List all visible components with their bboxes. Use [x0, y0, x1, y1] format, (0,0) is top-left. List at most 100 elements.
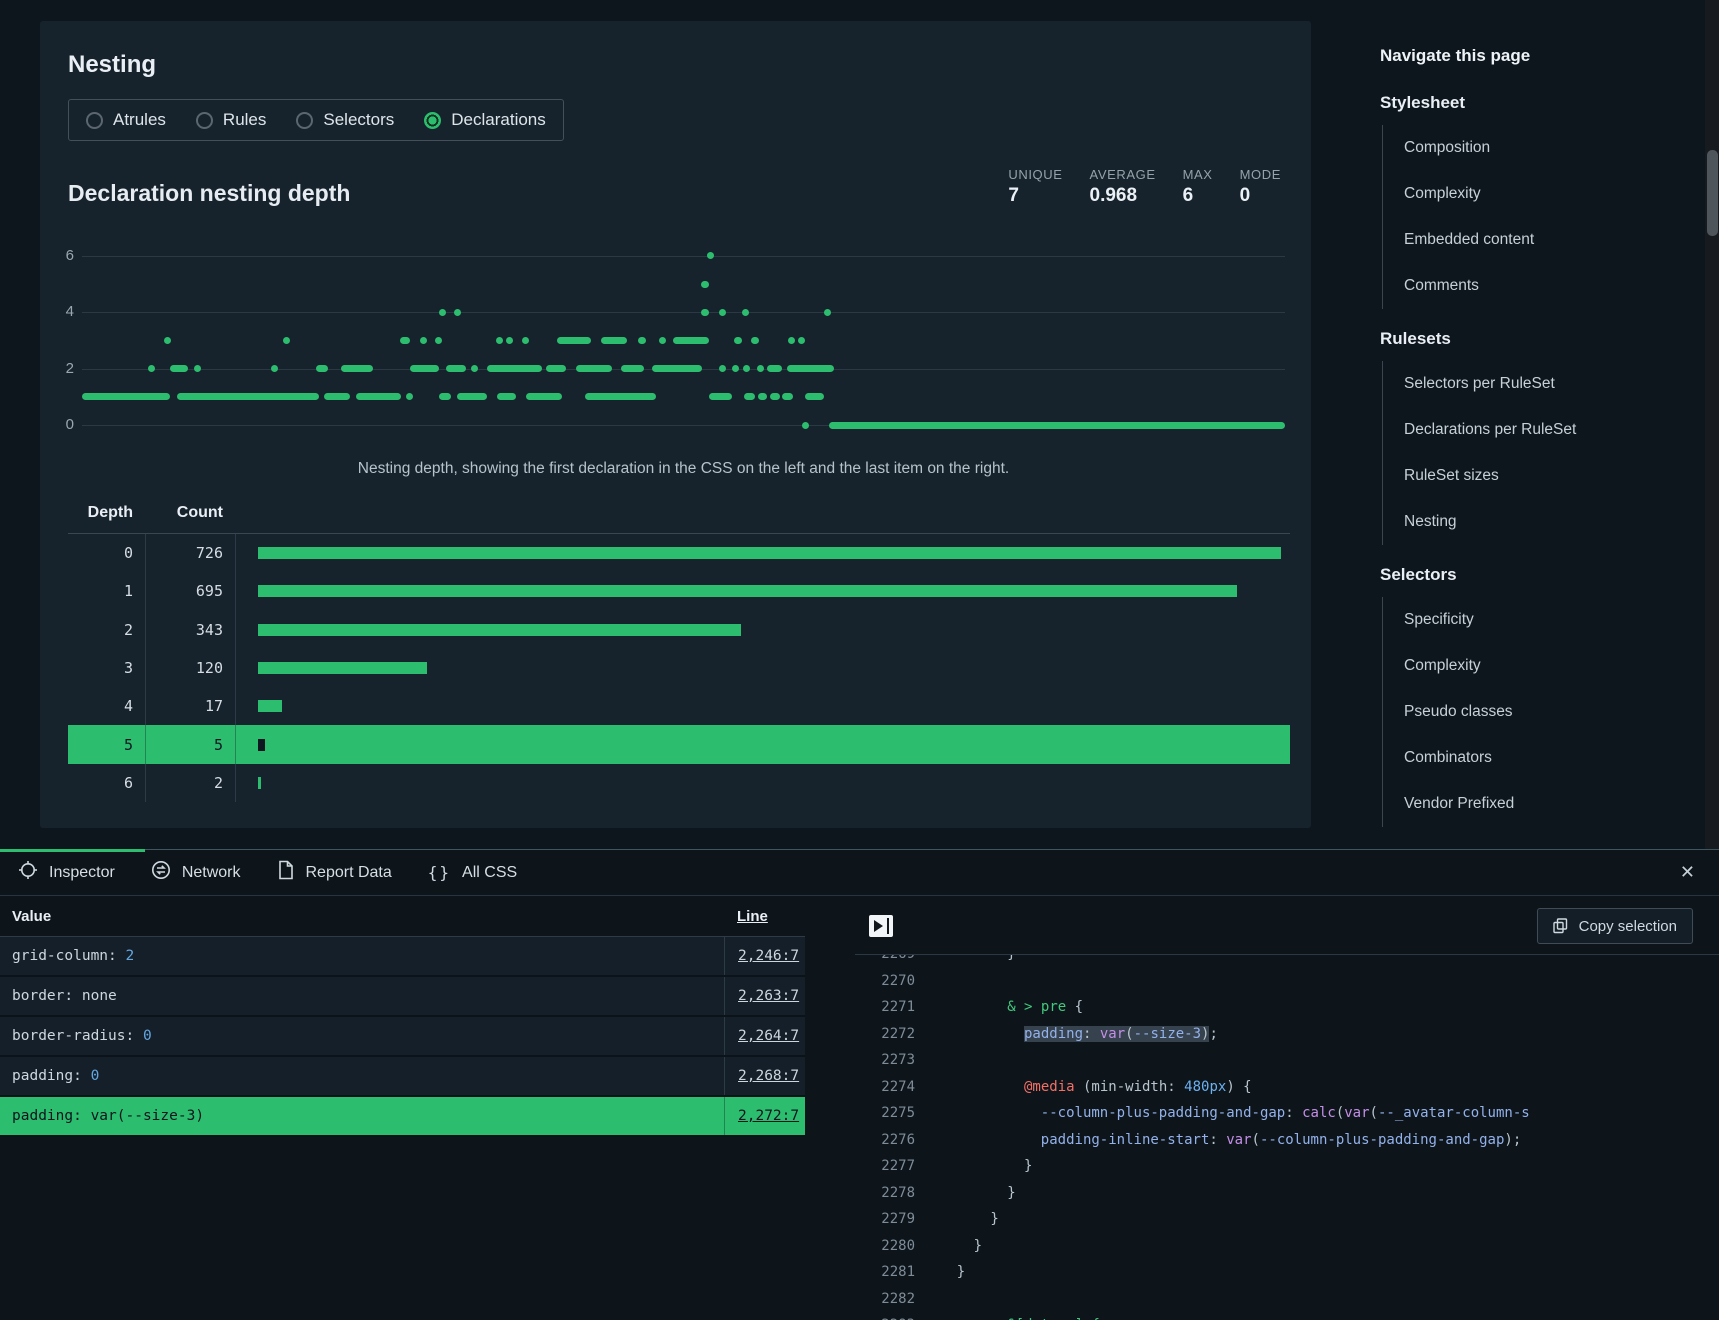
tab-network[interactable]: Network: [133, 850, 259, 895]
count-bar: [258, 700, 282, 712]
count-cell: 726: [145, 534, 235, 572]
code-viewer-pane: Copy selection 2269}22702271& > pre {227…: [855, 896, 1719, 1320]
page-scrollbar-thumb[interactable]: [1707, 150, 1718, 236]
sidebar-item-complexity[interactable]: Complexity: [1404, 643, 1590, 689]
nav-title: Navigate this page: [1380, 46, 1590, 66]
line-number: 2278: [855, 1185, 915, 1201]
active-tab-indicator: [0, 849, 145, 852]
scatter-segment-depth-2: [410, 365, 439, 372]
scatter-segment-depth-2: [732, 365, 739, 372]
scatter-segment-depth-1: [439, 393, 451, 400]
line-number: 2275: [855, 1105, 915, 1121]
scatter-segment-depth-3: [164, 337, 171, 344]
depth-cell: 4: [68, 697, 145, 715]
scatter-segment-depth-1: [770, 393, 780, 400]
code-source: }: [915, 955, 1016, 962]
declaration-value: grid-column: 2: [0, 937, 724, 975]
table-row-depth-3[interactable]: 3120: [68, 649, 1290, 687]
sidebar-item-complexity[interactable]: Complexity: [1404, 171, 1590, 217]
count-cell: 343: [145, 611, 235, 649]
side-panel-toggle-icon[interactable]: [869, 915, 893, 937]
radio-option-rules[interactable]: Rules: [196, 110, 266, 130]
table-row-depth-5[interactable]: 55: [68, 725, 1290, 763]
scatter-segment-depth-1: [744, 393, 755, 400]
line-number: 2271: [855, 999, 915, 1015]
bar-cell: [235, 725, 1290, 763]
radio-option-declarations[interactable]: Declarations: [424, 110, 546, 130]
gridline-y6: [82, 256, 1285, 257]
code-line: 2273: [855, 1047, 1719, 1074]
scatter-segment-depth-3: [420, 337, 427, 344]
code-line: 2277}: [855, 1153, 1719, 1180]
sidebar-item-embedded-content[interactable]: Embedded content: [1404, 217, 1590, 263]
sidebar-item-ruleset-sizes[interactable]: RuleSet sizes: [1404, 453, 1590, 499]
nav-group-rulesets: Selectors per RuleSetDeclarations per Ru…: [1382, 361, 1590, 545]
radio-option-atrules[interactable]: Atrules: [86, 110, 166, 130]
scatter-segment-depth-4: [454, 309, 461, 316]
scatter-segment-depth-2: [341, 365, 373, 372]
code-line: 2280}: [855, 1233, 1719, 1260]
scatter-segment-depth-4: [824, 309, 831, 316]
table-row-depth-1[interactable]: 1695: [68, 572, 1290, 610]
code-scroll-area[interactable]: 2269}22702271& > pre {2272padding: var(-…: [855, 955, 1719, 1320]
bar-cell: [235, 649, 1290, 687]
close-icon[interactable]: ✕: [1680, 862, 1695, 883]
radio-option-selectors[interactable]: Selectors: [296, 110, 394, 130]
tab-label: Inspector: [49, 864, 115, 882]
scatter-segment-depth-3: [506, 337, 513, 344]
scatter-segment-depth-2: [446, 365, 466, 372]
declaration-value: border-radius: 0: [0, 1017, 724, 1055]
line-link[interactable]: 2,268:7: [738, 1068, 799, 1084]
tab-inspector[interactable]: Inspector: [0, 850, 133, 895]
stat-max: MAX6: [1183, 167, 1213, 207]
value-table-row[interactable]: border-radius: 0 2,264:7: [0, 1017, 805, 1057]
scatter-segment-depth-3: [400, 337, 410, 344]
stat-label: UNIQUE: [1008, 167, 1062, 182]
radio-label: Selectors: [323, 110, 394, 130]
tab-report-data[interactable]: Report Data: [259, 850, 410, 895]
sidebar-item-composition[interactable]: Composition: [1404, 125, 1590, 171]
sidebar-item-comments[interactable]: Comments: [1404, 263, 1590, 309]
value-table-row[interactable]: border: none2,263:7: [0, 977, 805, 1017]
line-link[interactable]: 2,272:7: [738, 1108, 799, 1124]
table-row-depth-2[interactable]: 2343: [68, 611, 1290, 649]
sidebar-item-combinators[interactable]: Combinators: [1404, 735, 1590, 781]
line-number: 2276: [855, 1132, 915, 1148]
value-table-row[interactable]: padding: var(--size-3) 2,272:7: [0, 1097, 805, 1137]
scatter-segment-depth-2: [316, 365, 328, 372]
value-table-row[interactable]: padding: 02,268:7: [0, 1057, 805, 1097]
stat-value: 0.968: [1090, 185, 1156, 207]
table-row-depth-4[interactable]: 417: [68, 687, 1290, 725]
scatter-segment-depth-2: [546, 365, 566, 372]
line-number: 2273: [855, 1052, 915, 1068]
sidebar-item-declarations-per-ruleset[interactable]: Declarations per RuleSet: [1404, 407, 1590, 453]
line-link[interactable]: 2,264:7: [738, 1028, 799, 1044]
scatter-segment-depth-2: [652, 365, 702, 372]
sidebar-item-pseudo-classes[interactable]: Pseudo classes: [1404, 689, 1590, 735]
line-link[interactable]: 2,246:7: [738, 948, 799, 964]
braces-icon: {}: [428, 863, 451, 882]
sidebar-item-nesting[interactable]: Nesting: [1404, 499, 1590, 545]
radio-label: Atrules: [113, 110, 166, 130]
scatter-segment-depth-4: [742, 309, 749, 316]
code-line: 2275--column-plus-padding-and-gap: calc(…: [855, 1100, 1719, 1127]
line-link[interactable]: 2,263:7: [738, 988, 799, 1004]
depth-cell: 0: [68, 544, 145, 562]
sidebar-item-specificity[interactable]: Specificity: [1404, 597, 1590, 643]
scatter-segment-depth-0: [829, 422, 1285, 429]
declaration-value: padding: var(--size-3): [0, 1097, 724, 1135]
copy-selection-button[interactable]: Copy selection: [1537, 908, 1693, 944]
line-cell: 2,264:7: [724, 1017, 805, 1055]
sidebar-item-vendor-prefixed[interactable]: Vendor Prefixed: [1404, 781, 1590, 827]
value-table-row[interactable]: grid-column: 2 2,246:7: [0, 937, 805, 977]
tab-all-css[interactable]: {}All CSS: [410, 850, 535, 895]
sidebar-item-selectors-per-ruleset[interactable]: Selectors per RuleSet: [1404, 361, 1590, 407]
table-row-depth-0[interactable]: 0726: [68, 534, 1290, 572]
table-row-depth-6[interactable]: 62: [68, 764, 1290, 802]
scatter-segment-depth-1: [758, 393, 767, 400]
scatter-segment-depth-1: [82, 393, 170, 400]
code-source: @media (min-width: 480px) {: [915, 1079, 1252, 1095]
line-column-header[interactable]: Line: [737, 908, 768, 925]
scatter-segment-depth-2: [471, 365, 478, 372]
radio-circle-icon: [86, 112, 103, 129]
